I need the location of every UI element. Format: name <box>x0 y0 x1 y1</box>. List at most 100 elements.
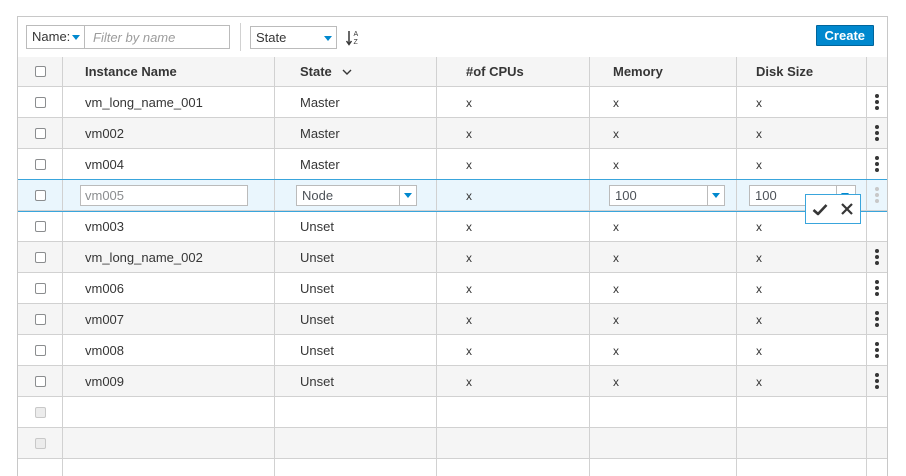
cpus-cell: x <box>437 273 590 303</box>
row-checkbox[interactable] <box>34 158 46 170</box>
row-checkbox[interactable] <box>34 375 46 387</box>
cpus-cell: x <box>437 149 590 179</box>
table-row[interactable]: vm003 Unset x x x <box>18 211 887 242</box>
column-header-memory[interactable]: Memory <box>590 57 737 86</box>
table-row[interactable]: vm007 Unset x x x <box>18 304 887 335</box>
cpus-cell: x <box>437 366 590 396</box>
select-all-cell <box>18 57 63 86</box>
kebab-icon[interactable] <box>875 249 879 265</box>
check-icon[interactable] <box>812 203 828 216</box>
row-actions-cell <box>867 211 887 241</box>
kebab-icon[interactable] <box>875 280 879 296</box>
filter-group: Name: <box>26 25 230 49</box>
disk-size-cell: x <box>737 242 867 272</box>
instance-name-cell: vm004 <box>63 149 275 179</box>
row-actions-cell <box>867 242 887 272</box>
table-row[interactable]: vm004 Master x x x <box>18 149 887 180</box>
state-filter-value: State <box>256 30 287 45</box>
disk-size-select-value: 100 <box>755 187 777 203</box>
instance-name-cell: vm_long_name_001 <box>63 87 275 117</box>
row-checkbox[interactable] <box>34 313 46 325</box>
chevron-down-icon <box>324 36 332 41</box>
table-header-row: Instance Name State #of CPUs Memory Disk… <box>18 57 887 87</box>
row-select-cell <box>18 180 63 210</box>
kebab-icon <box>875 187 879 203</box>
column-header-actions <box>867 57 887 86</box>
state-select[interactable]: Node <box>296 184 417 206</box>
kebab-icon[interactable] <box>875 125 879 141</box>
memory-cell: x <box>590 87 737 117</box>
table-row[interactable]: vm009 Unset x x x <box>18 366 887 397</box>
kebab-icon[interactable] <box>875 373 879 389</box>
row-checkbox[interactable] <box>34 220 46 232</box>
table-row[interactable]: vm_long_name_002 Unset x x x <box>18 242 887 273</box>
row-checkbox[interactable] <box>34 251 46 263</box>
table-row-editing[interactable]: Node x 100 100 <box>18 179 887 212</box>
chevron-down-icon <box>712 192 720 198</box>
row-actions-cell <box>867 273 887 303</box>
filter-input[interactable] <box>86 26 228 48</box>
row-checkbox[interactable] <box>34 189 46 201</box>
state-cell: Node <box>275 180 437 210</box>
disk-size-cell: x <box>737 335 867 365</box>
inline-edit-actions <box>805 194 861 224</box>
kebab-icon[interactable] <box>875 156 879 172</box>
create-button[interactable]: Create <box>815 25 874 46</box>
row-select-cell <box>18 366 63 396</box>
row-actions-cell <box>867 118 887 148</box>
state-cell: Unset <box>275 242 437 272</box>
row-checkbox[interactable] <box>34 344 46 356</box>
instance-name-cell <box>63 180 275 210</box>
table-row[interactable]: vm006 Unset x x x <box>18 273 887 304</box>
row-select-cell <box>18 304 63 334</box>
close-icon[interactable] <box>840 202 854 216</box>
instance-name-cell: vm007 <box>63 304 275 334</box>
memory-select[interactable]: 100 <box>609 184 725 206</box>
kebab-icon[interactable] <box>875 311 879 327</box>
memory-cell: x <box>590 242 737 272</box>
toolbar-divider <box>240 23 241 51</box>
row-checkbox[interactable] <box>34 127 46 139</box>
row-checkbox[interactable] <box>34 96 46 108</box>
row-select-cell <box>18 397 63 427</box>
row-select-cell <box>18 273 63 303</box>
row-select-cell <box>18 149 63 179</box>
column-header-state[interactable]: State <box>275 57 437 86</box>
memory-cell: x <box>590 118 737 148</box>
state-cell: Master <box>275 87 437 117</box>
state-filter-select[interactable]: State <box>250 26 337 49</box>
cpus-cell: x <box>437 118 590 148</box>
table-row[interactable]: vm_long_name_001 Master x x x <box>18 87 887 118</box>
disk-size-cell: x <box>737 118 867 148</box>
table-row[interactable]: vm002 Master x x x <box>18 118 887 149</box>
empty-row <box>18 397 887 428</box>
disk-size-cell: x <box>737 304 867 334</box>
column-header-instance-name[interactable]: Instance Name <box>63 57 275 86</box>
row-checkbox[interactable] <box>34 282 46 294</box>
row-actions-cell <box>867 366 887 396</box>
memory-select-value: 100 <box>615 187 637 203</box>
sort-alpha-asc-icon[interactable]: A Z <box>346 29 360 47</box>
disk-size-cell: x <box>737 273 867 303</box>
kebab-icon[interactable] <box>875 342 879 358</box>
instances-grid: Instance Name State #of CPUs Memory Disk… <box>18 57 887 476</box>
filter-type-dropdown[interactable]: Name: <box>27 26 85 48</box>
select-all-checkbox[interactable] <box>34 66 46 77</box>
memory-cell: x <box>590 211 737 241</box>
column-header-cpus[interactable]: #of CPUs <box>437 57 590 86</box>
chevron-down-icon <box>404 192 412 198</box>
row-select-cell <box>18 211 63 241</box>
state-cell: Unset <box>275 273 437 303</box>
chevron-down-icon <box>342 69 352 75</box>
disk-size-cell: x <box>737 366 867 396</box>
row-select-cell <box>18 335 63 365</box>
table-row[interactable]: vm008 Unset x x x <box>18 335 887 366</box>
disk-size-cell: x <box>737 149 867 179</box>
kebab-icon[interactable] <box>875 94 879 110</box>
cpus-cell: x <box>437 304 590 334</box>
row-actions-cell <box>867 87 887 117</box>
svg-text:Z: Z <box>354 39 359 46</box>
instance-name-input[interactable] <box>80 184 248 206</box>
column-header-disk-size[interactable]: Disk Size <box>737 57 867 86</box>
memory-cell: x <box>590 335 737 365</box>
